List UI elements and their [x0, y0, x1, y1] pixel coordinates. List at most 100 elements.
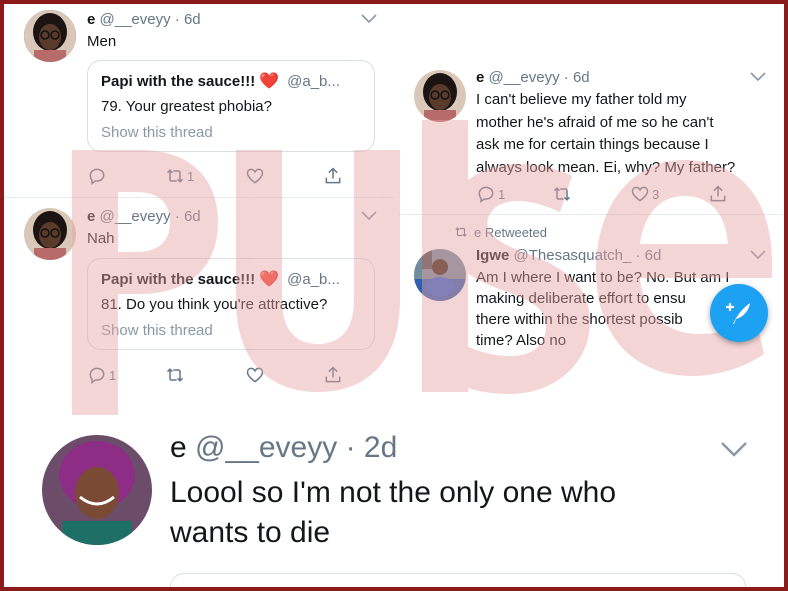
like-button[interactable] — [245, 164, 267, 188]
display-name[interactable]: e — [476, 69, 484, 86]
quoted-tweet-edge[interactable] — [170, 573, 746, 587]
username[interactable]: @__eveyy — [195, 431, 337, 464]
quoted-tweet[interactable]: Papi with the sauce!!! ❤️ @a_b... 79. Your… — [87, 60, 375, 152]
like-count: 3 — [652, 186, 660, 202]
tweet-3[interactable]: e @__eveyy · 6d I can't believe my fathe… — [398, 58, 784, 214]
reply-icon — [89, 367, 105, 384]
display-name[interactable]: e — [87, 11, 95, 28]
avatar[interactable] — [414, 249, 466, 301]
retweet-button[interactable] — [165, 363, 187, 387]
retweet-small-icon — [455, 227, 467, 237]
reply-button[interactable]: 1 — [87, 363, 116, 387]
avatar-image — [414, 70, 466, 122]
like-icon — [631, 186, 649, 202]
reply-button[interactable]: 1 — [476, 182, 505, 206]
timestamp[interactable]: 2d — [364, 431, 397, 464]
retweet-icon — [553, 187, 571, 201]
display-name[interactable]: Igwe — [476, 247, 509, 264]
tweet-text: I can't believe my father told my mother… — [476, 89, 735, 179]
like-icon — [246, 367, 264, 383]
avatar-image — [24, 208, 76, 260]
avatar[interactable] — [24, 208, 76, 260]
tweet-actions: 1 3 — [476, 182, 766, 206]
tweet-text: Nah — [87, 230, 115, 247]
tweet-text-line: Am I where I want to be? No. But am I — [476, 269, 730, 286]
retweet-button[interactable] — [552, 182, 574, 206]
retweet-icon — [166, 169, 184, 183]
avatar-image — [42, 435, 152, 545]
like-button[interactable]: 3 — [630, 182, 659, 206]
retweeted-indicator: e Retweeted — [454, 225, 547, 240]
avatar[interactable] — [414, 70, 466, 122]
share-button[interactable] — [323, 363, 343, 387]
quoted-name: Papi with the sauce!!! — [101, 73, 256, 90]
chevron-down-icon[interactable] — [750, 250, 766, 260]
share-icon — [325, 366, 341, 383]
tweet-5[interactable]: e @__eveyy · 2d Loool so I'm not the onl… — [4, 405, 784, 587]
heart-emoji: ❤️ — [259, 271, 280, 288]
reply-icon — [89, 168, 105, 185]
reply-icon — [478, 186, 494, 203]
tweet-text-line: wants to die — [170, 516, 331, 549]
username[interactable]: @__eveyy — [100, 11, 171, 28]
username[interactable]: @__eveyy — [100, 208, 171, 225]
tweet-2[interactable]: e @__eveyy · 6d Nah Papi with the sauce!… — [4, 198, 394, 396]
share-button[interactable] — [708, 182, 728, 206]
quoted-text: 79. Your greatest phobia? — [101, 98, 272, 115]
timestamp[interactable]: 6d — [645, 247, 662, 264]
retweet-icon — [166, 368, 184, 382]
retweeted-label: e Retweeted — [474, 225, 547, 240]
username[interactable]: @__eveyy — [489, 69, 560, 86]
quoted-handle: @a_b... — [287, 271, 340, 288]
avatar-image — [414, 249, 466, 301]
avatar[interactable] — [42, 435, 152, 545]
tweet-1[interactable]: e @__eveyy · 6d Men Papi with the sauce!… — [4, 4, 394, 196]
tweet-text-line: time? Also no — [476, 332, 567, 349]
share-button[interactable] — [323, 164, 343, 188]
timestamp[interactable]: 6d — [184, 11, 201, 28]
retweet-count: 1 — [187, 168, 195, 184]
tweet-text-line: Loool so I'm not the only one who — [170, 476, 617, 509]
display-name[interactable]: e — [87, 208, 95, 225]
tweet-header: e @__eveyy · 6d — [476, 69, 590, 86]
share-icon — [325, 167, 341, 184]
display-name[interactable]: e — [170, 431, 187, 464]
chevron-down-icon[interactable] — [361, 14, 377, 24]
timestamp[interactable]: 6d — [573, 69, 590, 86]
quoted-handle: @a_b... — [287, 73, 340, 90]
share-icon — [710, 185, 726, 202]
like-icon — [246, 168, 264, 184]
tweet-text: Loool so I'm not the only one who wants … — [170, 473, 616, 553]
show-thread-link[interactable]: Show this thread — [101, 124, 213, 141]
timestamp[interactable]: 6d — [184, 208, 201, 225]
quoted-name: Papi with the sauce!!! — [101, 271, 256, 288]
tweet-text-line: ask me for certain things because I — [476, 136, 709, 153]
chevron-down-icon[interactable] — [750, 72, 766, 82]
tweet-header: e @__eveyy · 2d — [170, 431, 398, 464]
reply-count: 1 — [498, 186, 506, 202]
tweet-actions: 1 — [87, 164, 377, 188]
tweet-actions: 1 — [87, 363, 377, 387]
avatar[interactable] — [24, 10, 76, 62]
compose-tweet-button[interactable] — [710, 284, 768, 342]
like-button[interactable] — [245, 363, 267, 387]
retweet-button[interactable]: 1 — [165, 164, 194, 188]
tweet-text: Am I where I want to be? No. But am I ma… — [476, 267, 729, 351]
chevron-down-icon[interactable] — [720, 441, 748, 457]
chevron-down-icon[interactable] — [361, 211, 377, 221]
quoted-tweet[interactable]: Papi with the sauce!!! ❤️ @a_b... 81. Do y… — [87, 258, 375, 350]
quoted-text: 81. Do you think you're attractive? — [101, 296, 328, 313]
reply-button[interactable] — [87, 164, 109, 188]
avatar-image — [24, 10, 76, 62]
tweet-header: e @__eveyy · 6d — [87, 208, 201, 225]
tweet-text-line: always look mean. Ei, why? My father? — [476, 158, 736, 176]
tweet-text-line: there within the shortest possib — [476, 311, 683, 328]
reply-count: 1 — [109, 367, 117, 383]
heart-emoji: ❤️ — [259, 73, 280, 90]
tweet-text-line: making deliberate effort to ensu — [476, 290, 686, 307]
tweet-text-line: mother he's afraid of me so he can't — [476, 113, 714, 131]
username[interactable]: @Thesasquatch_ — [514, 247, 632, 264]
tweet-text-line: I can't believe my father told my — [476, 91, 687, 108]
tweet-header: e @__eveyy · 6d — [87, 11, 201, 28]
show-thread-link[interactable]: Show this thread — [101, 322, 213, 339]
